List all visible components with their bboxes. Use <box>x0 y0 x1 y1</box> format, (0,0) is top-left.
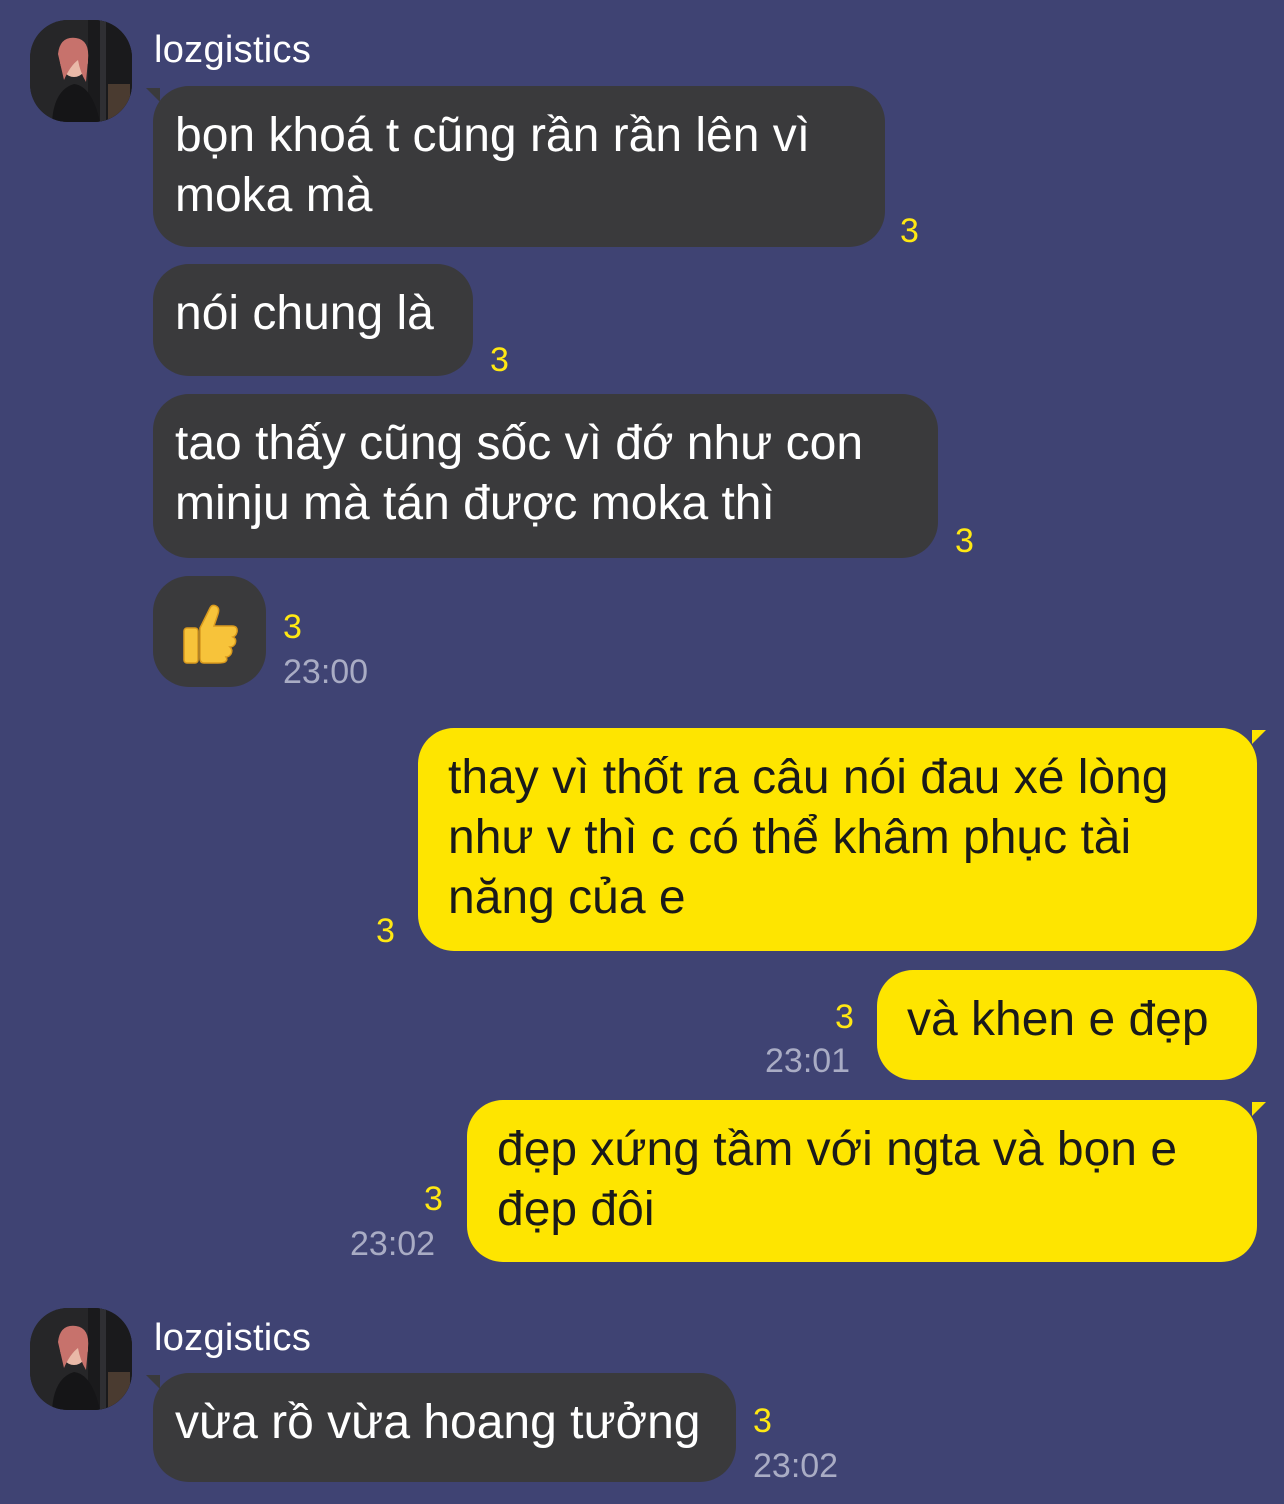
message-bubble-incoming[interactable]: vừa rồ vừa hoang tưởng <box>153 1373 736 1482</box>
message-bubble-emoji[interactable] <box>153 576 266 687</box>
unread-count: 3 <box>955 522 974 560</box>
message-bubble-incoming[interactable]: bọn khoá t cũng rần rần lên vì moka mà <box>153 86 885 247</box>
unread-count: 3 <box>900 212 919 250</box>
sender-name: lozgistics <box>154 1317 312 1359</box>
message-bubble-outgoing[interactable]: đẹp xứng tầm với ngta và bọn e đẹp đôi <box>467 1100 1257 1262</box>
message-bubble-incoming[interactable]: nói chung là <box>153 264 473 376</box>
message-bubble-outgoing[interactable]: và khen e đẹp <box>877 970 1257 1080</box>
message-timestamp: 23:01 <box>765 1042 851 1080</box>
message-bubble-incoming[interactable]: tao thấy cũng sốc vì đớ như con minju mà… <box>153 394 938 558</box>
avatar-photo-icon <box>30 1308 132 1410</box>
sender-avatar[interactable] <box>30 20 132 122</box>
unread-count: 3 <box>424 1180 443 1218</box>
bubble-tail <box>146 1375 160 1389</box>
sender-name: lozgistics <box>154 29 312 71</box>
sender-avatar[interactable] <box>30 1308 132 1410</box>
message-timestamp: 23:02 <box>753 1447 839 1485</box>
message-timestamp: 23:00 <box>283 653 369 691</box>
bubble-tail <box>1252 1102 1266 1116</box>
unread-count: 3 <box>835 998 854 1036</box>
avatar-photo-icon <box>30 20 132 122</box>
unread-count: 3 <box>490 341 509 379</box>
unread-count: 3 <box>283 608 302 646</box>
unread-count: 3 <box>376 912 395 950</box>
thumbs-up-icon <box>182 604 238 664</box>
bubble-tail <box>1252 730 1266 744</box>
bubble-tail <box>146 88 160 102</box>
message-timestamp: 23:02 <box>350 1225 436 1263</box>
unread-count: 3 <box>753 1402 772 1440</box>
message-bubble-outgoing[interactable]: thay vì thốt ra câu nói đau xé lòng như … <box>418 728 1257 951</box>
